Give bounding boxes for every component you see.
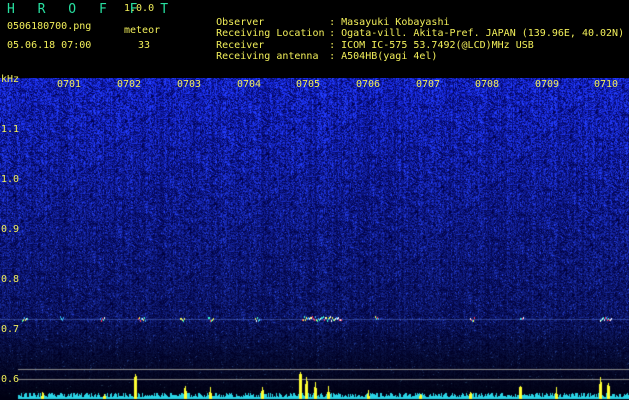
- x-tick-label: 0707: [416, 79, 441, 90]
- hroft-screen: H R O F F T 1.0.0 0506180700.png 05.06.1…: [0, 0, 629, 400]
- meteor-label: meteor: [124, 25, 161, 36]
- observation-datetime: 05.06.18 07:00: [7, 40, 92, 51]
- x-tick-label: 0708: [475, 79, 500, 90]
- x-tick-label: 0706: [356, 79, 381, 90]
- info-label: Receiver: [216, 39, 265, 51]
- info-value: Ogata-vill. Akita-Pref. JAPAN (139.96E, …: [341, 28, 625, 39]
- y-tick-label: 0.8: [1, 274, 20, 285]
- y-tick-label: 0.6: [1, 374, 20, 385]
- info-value: ICOM IC-575 53.7492(@LCD)MHz USB: [341, 39, 534, 51]
- x-tick-label: 0709: [535, 79, 560, 90]
- y-tick-label: 1.0: [1, 174, 20, 185]
- info-label: Receiving antenna: [216, 51, 319, 62]
- x-tick-label: 0703: [177, 79, 202, 90]
- x-tick-label: 0710: [594, 79, 619, 90]
- x-tick-label: 0705: [296, 79, 321, 90]
- info-label: Receiving Location: [216, 28, 325, 39]
- meteor-count: 33: [138, 40, 151, 51]
- info-sep: :: [329, 39, 336, 51]
- spectrogram-canvas: [0, 78, 629, 400]
- y-axis-unit-label: kHz: [1, 74, 20, 85]
- info-sep: :: [329, 28, 336, 39]
- app-version: 1.0.0: [124, 3, 155, 14]
- x-tick-label: 0704: [237, 79, 262, 90]
- info-label: Observer: [216, 16, 265, 28]
- station-info: Observer: Masayuki Kobayashi Receiving Lo…: [180, 5, 625, 63]
- x-tick-label: 0701: [57, 79, 82, 90]
- info-row-observer: Observer: Masayuki Kobayashi: [180, 5, 624, 28]
- y-tick-label: 0.7: [1, 324, 20, 335]
- info-value: A504HB(yagi 4el): [341, 51, 438, 62]
- info-value: Masayuki Kobayashi: [341, 16, 450, 28]
- y-tick-label: 0.9: [1, 224, 20, 235]
- x-tick-label: 0702: [117, 79, 142, 90]
- file-name: 0506180700.png: [7, 21, 92, 32]
- y-tick-label: 1.1: [1, 124, 20, 135]
- info-sep: :: [329, 51, 336, 62]
- info-sep: :: [329, 16, 336, 28]
